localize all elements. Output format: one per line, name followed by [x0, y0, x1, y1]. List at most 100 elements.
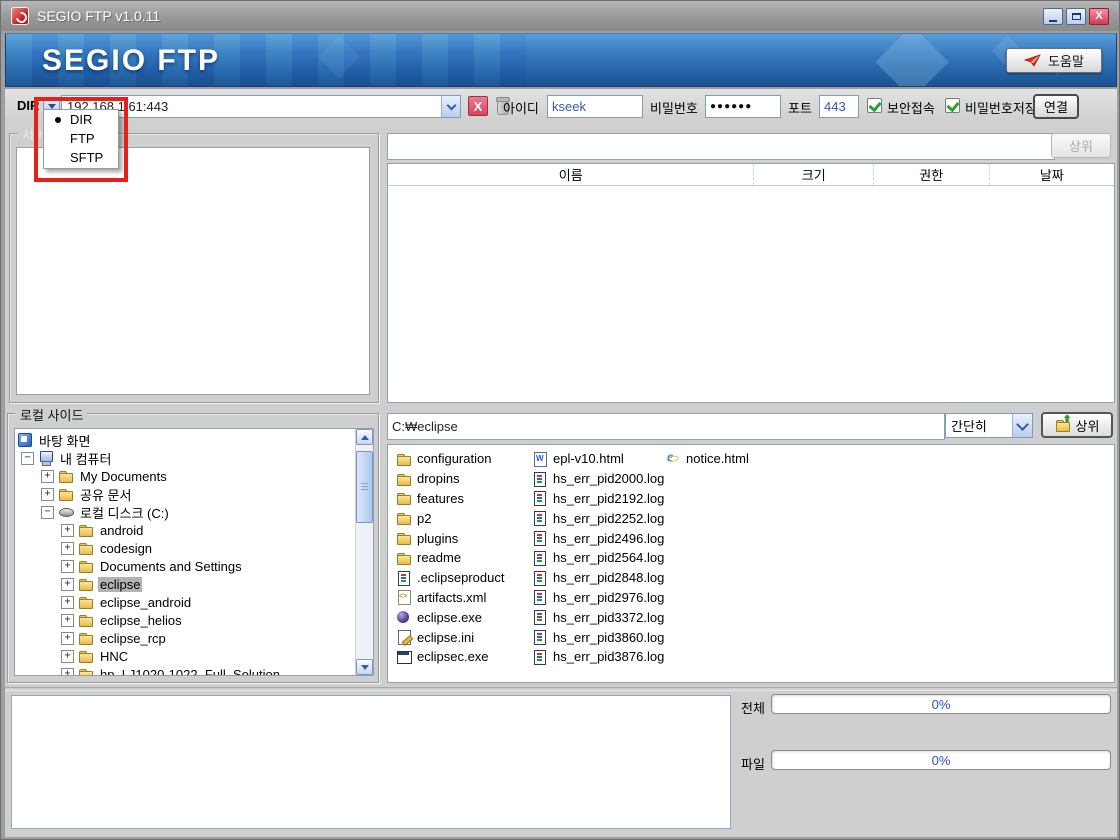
file-column-2: epl-v10.htmlhs_err_pid2000.log hs_err_pid… — [532, 449, 664, 667]
collapse-toggle-icon[interactable]: − — [41, 506, 54, 519]
expand-toggle-icon[interactable]: + — [61, 650, 74, 663]
maximize-button[interactable] — [1066, 8, 1086, 25]
file-item[interactable]: hs_err_pid3860.log — [532, 627, 664, 647]
title-bar[interactable]: SEGIO FTP v1.0.11 X — [1, 1, 1119, 31]
file-item[interactable]: readme — [396, 548, 504, 568]
collapse-toggle-icon[interactable]: − — [21, 452, 34, 465]
menu-item-label: FTP — [70, 131, 95, 146]
column-header-이름[interactable]: 이름 — [388, 164, 753, 185]
total-progress-label: 전체 — [741, 698, 765, 717]
file-item[interactable]: artifacts.xml — [396, 588, 504, 608]
local-path-input[interactable] — [387, 413, 945, 440]
file-item[interactable]: p2 — [396, 508, 504, 528]
tree-item[interactable]: +codesign — [15, 539, 356, 557]
file-item[interactable]: hs_err_pid2000.log — [532, 469, 664, 489]
tree-item[interactable]: 바탕 화면 — [15, 431, 356, 449]
scroll-up-button[interactable] — [356, 429, 373, 445]
local-up-button[interactable]: ⬆ 상위 — [1041, 412, 1113, 438]
menu-item-ftp[interactable]: FTP — [44, 129, 118, 148]
tree-item[interactable]: +Documents and Settings — [15, 557, 356, 575]
file-item[interactable]: hs_err_pid2564.log — [532, 548, 664, 568]
tree-item[interactable]: + eclipse_android — [15, 593, 356, 611]
file-item[interactable]: plugins — [396, 528, 504, 548]
connect-button[interactable]: 연결 — [1033, 94, 1079, 119]
tree-item[interactable]: −내 컴퓨터 — [15, 449, 356, 467]
address-dropdown-button[interactable] — [441, 96, 460, 117]
server-path-input[interactable] — [387, 133, 1055, 160]
file-item[interactable]: hs_err_pid2252.log — [532, 508, 664, 528]
view-mode-select[interactable]: 간단히 — [945, 413, 1033, 438]
tree-item[interactable]: +eclipse_helios — [15, 611, 356, 629]
file-item[interactable]: hs_err_pid2848.log — [532, 568, 664, 588]
file-item[interactable]: hs_err_pid3372.log — [532, 607, 664, 627]
menu-item-sftp[interactable]: SFTP — [44, 148, 118, 167]
file-item[interactable]: eclipse.ini — [396, 627, 504, 647]
view-mode-dropdown-button[interactable] — [1012, 414, 1032, 437]
file-item[interactable]: configuration — [396, 449, 504, 469]
expand-toggle-icon[interactable]: + — [61, 632, 74, 645]
secure-connection-checkbox[interactable] — [867, 98, 882, 113]
tree-scrollbar[interactable] — [355, 429, 373, 675]
file-item[interactable]: eclipse.exe — [396, 607, 504, 627]
server-site-list[interactable] — [16, 147, 370, 395]
password-input[interactable] — [705, 95, 781, 118]
file-item[interactable]: notice.html — [665, 449, 749, 469]
server-up-button[interactable]: 상위 — [1051, 133, 1111, 158]
tree-item-label: eclipse_android — [98, 595, 193, 610]
expand-toggle-icon[interactable]: + — [41, 470, 54, 483]
file-item[interactable]: hs_err_pid2496.log — [532, 528, 664, 548]
folder-icon — [78, 540, 94, 556]
local-file-list[interactable]: configurationdropinsfeaturesp2pluginsrea… — [387, 444, 1115, 683]
expand-toggle-icon[interactable]: + — [61, 560, 74, 573]
minimize-button[interactable] — [1043, 8, 1063, 25]
file-item[interactable]: .eclipseproduct — [396, 568, 504, 588]
expand-toggle-icon[interactable]: + — [61, 596, 74, 609]
column-header-날짜[interactable]: 날짜 — [989, 164, 1114, 185]
file-item[interactable]: hs_err_pid2976.log — [532, 588, 664, 608]
clear-address-button[interactable]: X — [468, 96, 488, 116]
tree-item[interactable]: +My Documents — [15, 467, 356, 485]
file-item[interactable]: hs_err_pid3876.log — [532, 647, 664, 667]
scroll-down-button[interactable] — [356, 659, 373, 675]
file-name: eclipse.ini — [417, 630, 474, 645]
tree-item[interactable]: +공유 문서 — [15, 485, 356, 503]
transfer-log[interactable] — [11, 695, 731, 829]
port-label: 포트 — [788, 98, 812, 117]
server-file-list[interactable]: 이름크기권한날짜 — [387, 163, 1115, 403]
tree-item[interactable]: +eclipse_rcp — [15, 629, 356, 647]
file-item[interactable]: hs_err_pid2192.log — [532, 489, 664, 509]
tree-item[interactable]: +hp_LJ1020-1022_Full_Solution — [15, 665, 356, 675]
tree-item[interactable]: +eclipse — [15, 575, 356, 593]
secure-connection-label: 보안접속 — [887, 98, 935, 117]
file-name: artifacts.xml — [417, 590, 486, 605]
save-password-checkbox[interactable] — [945, 98, 960, 113]
minimize-icon — [1049, 20, 1057, 22]
help-button[interactable]: 도움말 — [1006, 48, 1102, 73]
expand-toggle-icon[interactable]: + — [61, 542, 74, 555]
port-input[interactable] — [819, 95, 859, 118]
menu-item-dir[interactable]: DIR — [44, 110, 118, 129]
xml-file-icon — [396, 589, 412, 605]
column-header-권한[interactable]: 권한 — [873, 164, 989, 185]
view-mode-value: 간단히 — [946, 416, 1012, 435]
local-up-button-label: 상위 — [1076, 416, 1100, 435]
file-item[interactable]: dropins — [396, 469, 504, 489]
expand-toggle-icon[interactable]: + — [61, 668, 74, 676]
file-item[interactable]: epl-v10.html — [532, 449, 664, 469]
expand-toggle-icon[interactable]: + — [61, 524, 74, 537]
file-name: hs_err_pid2192.log — [553, 491, 664, 506]
column-header-크기[interactable]: 크기 — [753, 164, 873, 185]
close-button[interactable]: X — [1089, 8, 1109, 25]
file-item[interactable]: features — [396, 489, 504, 509]
tree-item[interactable]: +android — [15, 521, 356, 539]
expand-toggle-icon[interactable]: + — [61, 614, 74, 627]
expand-toggle-icon[interactable]: + — [41, 488, 54, 501]
file-item[interactable]: eclipsec.exe — [396, 647, 504, 667]
file-name: .eclipseproduct — [417, 570, 504, 585]
expand-toggle-icon[interactable]: + — [61, 578, 74, 591]
scroll-thumb[interactable] — [356, 451, 373, 523]
tree-item[interactable]: −로컬 디스크 (C:) — [15, 503, 356, 521]
id-input[interactable] — [547, 95, 643, 118]
tree-item[interactable]: +HNC — [15, 647, 356, 665]
file-progress-label: 파일 — [741, 754, 765, 773]
